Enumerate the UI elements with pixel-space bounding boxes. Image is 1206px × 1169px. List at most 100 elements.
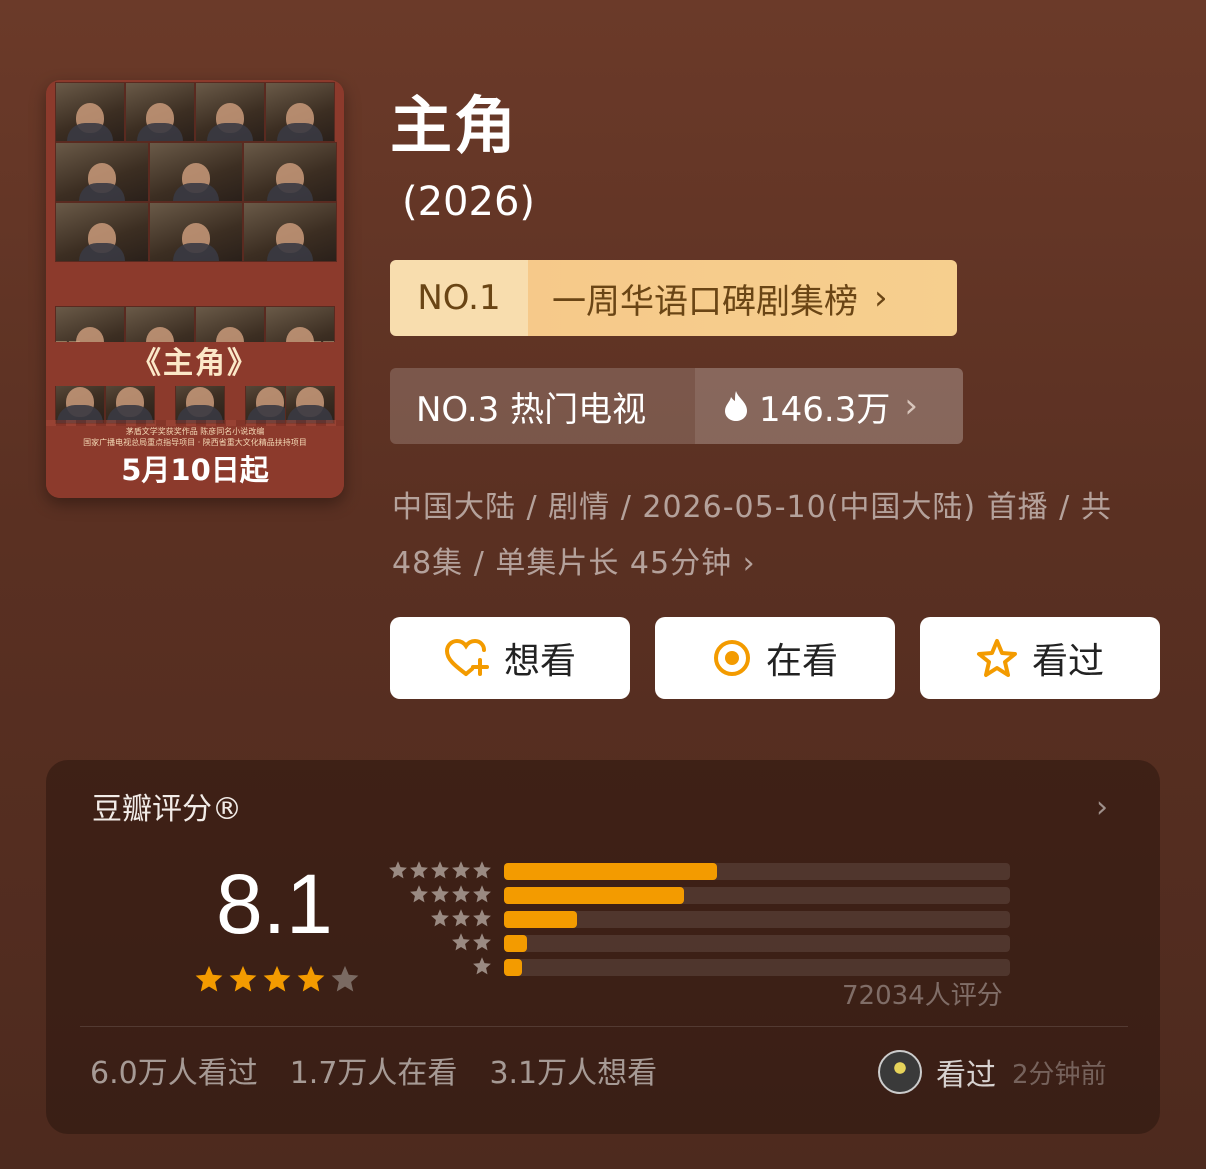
avatar[interactable]	[878, 1050, 922, 1094]
distribution-bar	[504, 863, 717, 880]
star-small-icon	[473, 957, 491, 975]
star-filled-icon	[263, 965, 291, 992]
star-small-icon	[452, 861, 470, 879]
poster-cast-photo	[149, 202, 243, 262]
heat-value-container: 146.3万 ›	[695, 368, 963, 444]
star-small-icon	[431, 885, 449, 903]
poster-cast-photo	[243, 142, 337, 202]
divider	[80, 1026, 1128, 1027]
rating-stars	[194, 964, 364, 994]
poster-cast-photo	[149, 142, 243, 202]
rank-number: NO.1	[390, 260, 528, 336]
star-small-icon	[473, 933, 491, 951]
watching-count: 1.7万人在看	[289, 1056, 458, 1091]
row-stars	[450, 932, 492, 952]
show-title: 主角	[390, 89, 519, 162]
chevron-right-icon: ›	[874, 278, 888, 318]
chevron-right-icon: ›	[904, 386, 918, 426]
poster-title-band: 《主角》	[46, 342, 344, 386]
poster-body	[173, 183, 219, 201]
watched-label: 看过	[1031, 641, 1104, 682]
star-small-icon	[473, 909, 491, 927]
target-circle-icon	[713, 640, 750, 676]
poster-body	[207, 123, 253, 141]
douban-rating-card[interactable]: 豆瓣评分® › 8.1 72034人评分 6.0万人看过 1.7万人在看 3.1…	[46, 760, 1160, 1134]
star-outline-icon	[976, 639, 1017, 677]
poster-cast-photo	[265, 82, 335, 142]
rating-count: 72034人评分	[842, 981, 1003, 1011]
show-meta-info[interactable]: 中国大陆 / 剧情 / 2026-05-10(中国大陆) 首播 / 共 48集 …	[392, 480, 1137, 592]
rating-distribution-row	[376, 956, 1016, 978]
poster-body	[277, 123, 323, 141]
star-small-icon	[452, 933, 470, 951]
poster-subline-2: 国家广播电视总局重点指导项目 · 陕西省重大文化精品扶持项目	[83, 438, 307, 447]
distribution-bar	[504, 935, 527, 952]
rating-distribution-row	[376, 932, 1016, 954]
distribution-track	[504, 935, 1010, 952]
star-small-icon	[410, 861, 428, 879]
weekly-chart-rank-banner[interactable]: NO.1 一周华语口碑剧集榜 ›	[390, 260, 957, 336]
row-stars	[471, 956, 492, 976]
row-stars	[429, 908, 492, 928]
poster-body	[267, 243, 313, 261]
want-label: 想看	[503, 641, 576, 682]
rank-label: 一周华语口碑剧集榜	[552, 281, 858, 322]
friend-time: 2分钟前	[1012, 1059, 1107, 1090]
poster-cast-photo	[55, 202, 149, 262]
show-year: (2026)	[402, 179, 536, 225]
distribution-track	[504, 887, 1010, 904]
friend-activity[interactable]: 看过 2分钟前	[878, 1050, 1107, 1094]
poster-date: 5月10日起	[121, 453, 269, 487]
star-small-icon	[473, 861, 491, 879]
star-empty-icon	[331, 965, 359, 992]
poster-title: 《主角》	[131, 346, 259, 381]
star-filled-icon	[195, 965, 223, 992]
star-small-icon	[431, 861, 449, 879]
rating-score: 8.1	[216, 857, 333, 951]
distribution-bar	[504, 911, 578, 928]
star-small-icon	[452, 885, 470, 903]
distribution-track	[504, 863, 1010, 880]
watched-button[interactable]: 看过	[920, 617, 1160, 699]
want-count: 3.1万人想看	[489, 1056, 658, 1091]
poster-image[interactable]: ██ ██ ██ ██ ██ ██ 《主角》 茅盾文学奖获奖作品 陈彦同名小说改…	[46, 80, 344, 498]
heat-value: 146.3万	[759, 389, 891, 430]
poster-body	[137, 123, 183, 141]
poster-body	[267, 183, 313, 201]
rank-label-container: 一周华语口碑剧集榜 ›	[528, 260, 957, 336]
star-filled-icon	[297, 965, 325, 992]
chevron-right-icon: ›	[742, 546, 756, 581]
poster-cast-photo	[55, 142, 149, 202]
poster-cast-photo	[125, 82, 195, 142]
rating-title: 豆瓣评分®	[92, 792, 242, 827]
star-small-icon	[431, 909, 449, 927]
star-small-icon	[410, 885, 428, 903]
poster-cast-photo	[243, 202, 337, 262]
row-stars	[408, 884, 492, 904]
watching-label: 在看	[765, 641, 838, 682]
audience-stats: 6.0万人看过 1.7万人在看 3.1万人想看	[90, 1054, 689, 1094]
star-small-icon	[452, 909, 470, 927]
watched-count: 6.0万人看过	[90, 1056, 258, 1091]
distribution-track	[504, 959, 1010, 976]
distribution-bar	[504, 887, 684, 904]
chevron-right-icon[interactable]: ›	[1096, 790, 1108, 825]
star-small-icon	[473, 885, 491, 903]
friend-action: 看过	[936, 1058, 996, 1093]
row-stars	[387, 860, 492, 880]
popular-tv-rank-banner[interactable]: NO.3 热门电视 146.3万 ›	[390, 368, 963, 444]
star-small-icon	[389, 861, 407, 879]
poster-footer: 茅盾文学奖获奖作品 陈彦同名小说改编 国家广播电视总局重点指导项目 · 陕西省重…	[46, 426, 344, 498]
popular-rank-label: NO.3 热门电视	[390, 368, 695, 444]
poster-body	[67, 123, 113, 141]
poster-subline-1: 茅盾文学奖获奖作品 陈彦同名小说改编	[125, 427, 265, 436]
flame-icon	[725, 391, 747, 421]
poster-cast-photo	[55, 82, 125, 142]
star-filled-icon	[229, 965, 257, 992]
watching-button[interactable]: 在看	[655, 617, 895, 699]
poster-body	[79, 183, 125, 201]
rating-distribution-row	[376, 860, 1016, 882]
poster-body	[79, 243, 125, 261]
poster-body	[173, 243, 219, 261]
want-to-watch-button[interactable]: 想看	[390, 617, 630, 699]
